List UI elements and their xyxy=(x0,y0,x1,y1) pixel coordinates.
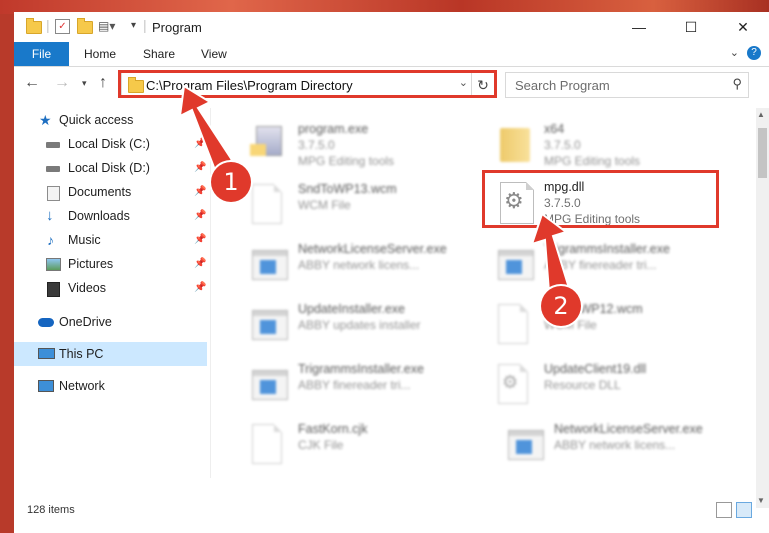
arrow-step-2 xyxy=(530,212,571,294)
step-badge-1: 1 xyxy=(211,162,251,202)
step-badge-2: 2 xyxy=(541,286,581,326)
arrow-step-1 xyxy=(178,84,234,172)
annotation-arrows xyxy=(178,84,571,294)
